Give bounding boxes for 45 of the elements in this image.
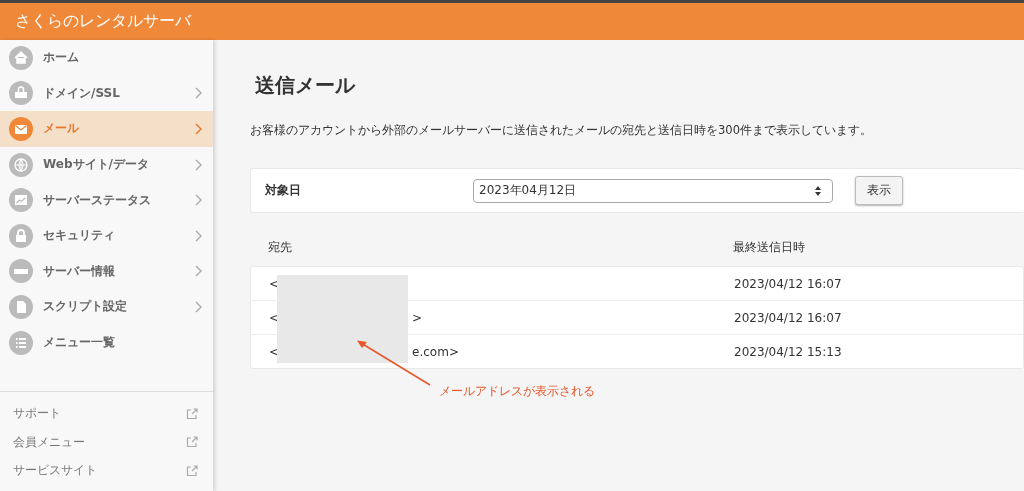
- column-header: 最終送信日時: [733, 238, 806, 256]
- chevron-right-icon: [195, 123, 203, 135]
- table-cell-text: 2023/04/12 16:07: [734, 310, 843, 325]
- sidebar-link[interactable]: サービスサイト: [0, 456, 213, 485]
- nav-item[interactable]: ホーム: [0, 40, 213, 76]
- sidebar-link[interactable]: 会員メニュー: [0, 428, 213, 457]
- address-text: e.com>: [412, 344, 459, 359]
- description-text: お客様のアカウントから外部のメールサーバーに送信されたメールの宛先と送信日時を300件まで表示しています。: [250, 123, 873, 138]
- nav-item[interactable]: メニュー一覧: [0, 324, 213, 361]
- external-link-icon: [186, 407, 198, 420]
- chevron-right-icon: [195, 300, 203, 313]
- home-icon: [9, 45, 33, 70]
- external-link-icon: [186, 464, 198, 477]
- column-header: 宛先: [267, 238, 293, 256]
- page-title: 送信メール: [255, 72, 357, 99]
- nav-item[interactable]: Webサイト/データ: [0, 146, 213, 183]
- nav-item[interactable]: セキュリティ: [0, 217, 213, 254]
- envelope-icon: [9, 117, 33, 141]
- field-label: 対象日: [265, 182, 302, 199]
- document-icon: [9, 294, 33, 319]
- chevron-right-icon: [195, 229, 203, 242]
- nav-item[interactable]: スクリプト設定: [0, 289, 213, 325]
- server-icon: [9, 259, 33, 284]
- address-text: >: [412, 310, 423, 325]
- table-cell-text: 2023/04/12 16:07: [734, 276, 843, 291]
- list-icon: [9, 330, 33, 355]
- date-select[interactable]: 2023年04月12日: [473, 178, 833, 203]
- nav-item[interactable]: ドメイン/SSL: [0, 75, 213, 112]
- lock-icon: [9, 223, 33, 248]
- sidebar-link[interactable]: サポート: [0, 399, 213, 428]
- chart-icon: [9, 188, 33, 213]
- chevron-right-icon: [195, 265, 203, 278]
- lock-icon: [9, 81, 33, 106]
- chevron-right-icon: [195, 87, 203, 100]
- nav-item[interactable]: サーバー情報: [0, 253, 213, 290]
- chevron-right-icon: [195, 158, 203, 171]
- show-button[interactable]: 表示: [855, 176, 903, 205]
- annotation-text: メールアドレスが表示される: [439, 384, 595, 399]
- chevron-right-icon: [195, 194, 203, 207]
- table-cell-text: 2023/04/12 15:13: [734, 344, 843, 359]
- nav-item[interactable]: サーバーステータス: [0, 182, 213, 218]
- site-title: さくらのレンタルサーバ: [15, 11, 191, 32]
- globe-icon: [9, 152, 33, 177]
- external-link-icon: [186, 436, 198, 449]
- sort-arrows-icon: [814, 184, 822, 197]
